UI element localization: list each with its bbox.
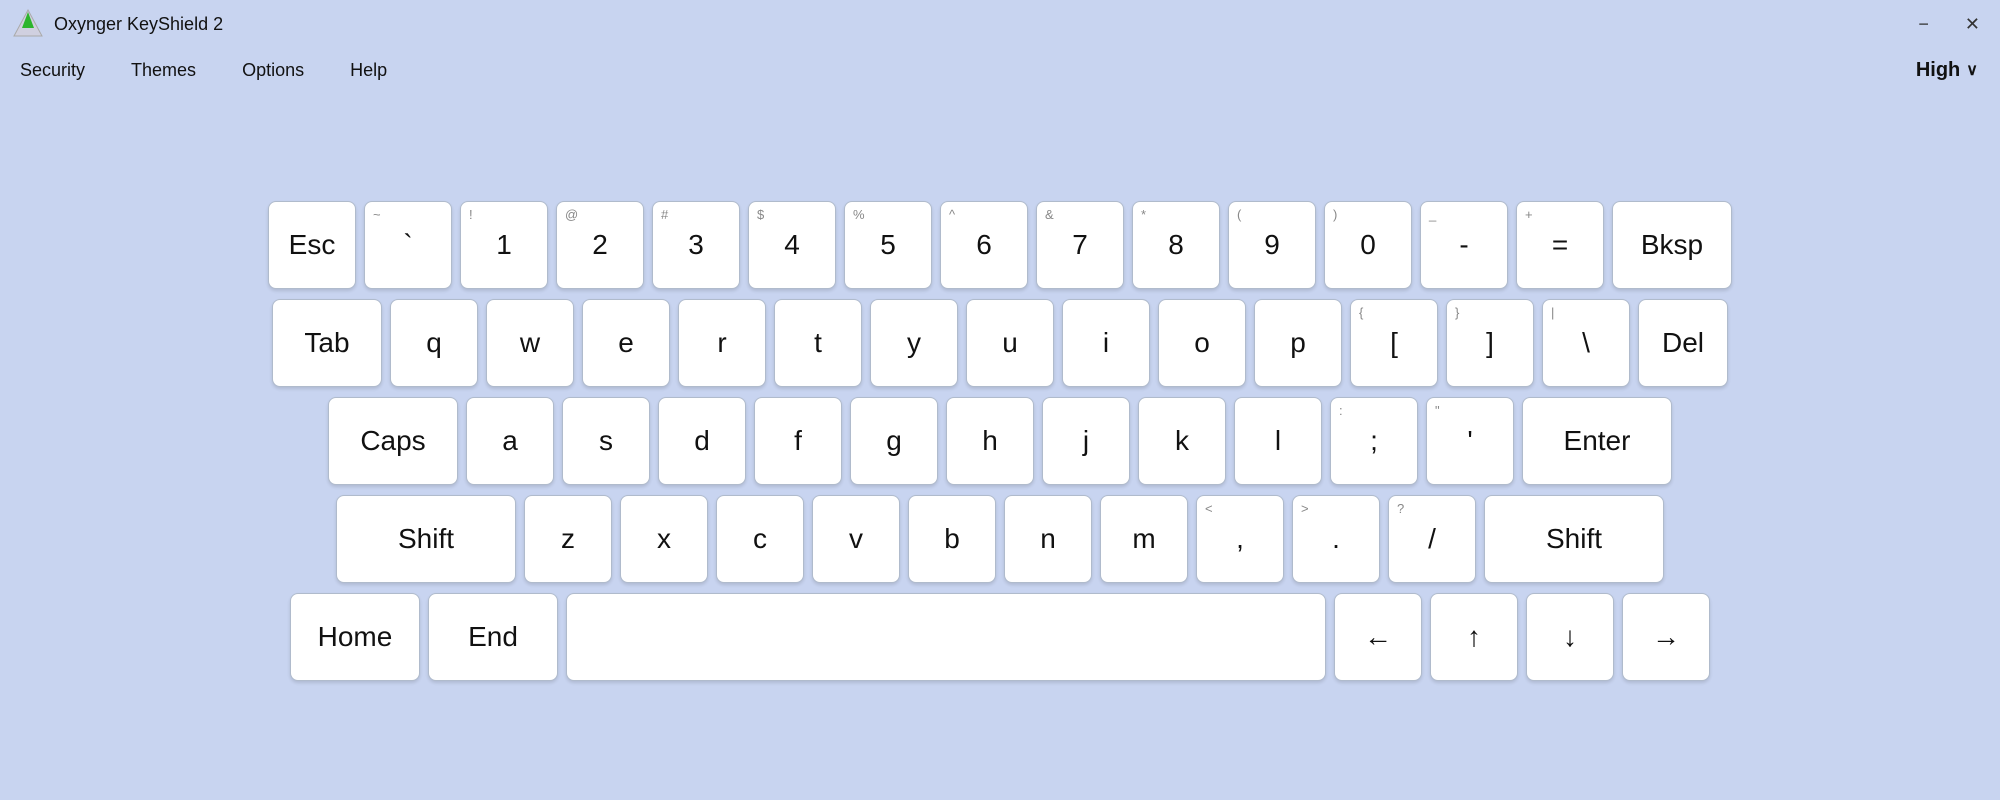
key-shift[interactable]: Shift: [336, 495, 516, 583]
key-h[interactable]: h: [946, 397, 1034, 485]
key-7[interactable]: &7: [1036, 201, 1124, 289]
keyboard-row-1: Tabqwertyuiop{[}]|\Del: [272, 299, 1728, 387]
key-_[interactable]: ~`: [364, 201, 452, 289]
key-_[interactable]: ?/: [1388, 495, 1476, 583]
key-9[interactable]: (9: [1228, 201, 1316, 289]
key-0[interactable]: )0: [1324, 201, 1412, 289]
key-shift[interactable]: Shift: [1484, 495, 1664, 583]
key-f[interactable]: f: [754, 397, 842, 485]
security-level-dropdown[interactable]: High ∨: [1906, 55, 1988, 86]
key-e[interactable]: e: [582, 299, 670, 387]
key-_[interactable]: <,: [1196, 495, 1284, 583]
key-u[interactable]: u: [966, 299, 1054, 387]
keyboard-area: Esc~`!1@2#3$4%5^6&7*8(9)0_-+=Bksp Tabqwe…: [0, 92, 2000, 800]
key-n[interactable]: n: [1004, 495, 1092, 583]
key-x[interactable]: x: [620, 495, 708, 583]
key-_[interactable]: |\: [1542, 299, 1630, 387]
key-q[interactable]: q: [390, 299, 478, 387]
key-_[interactable]: :;: [1330, 397, 1418, 485]
app-logo: [12, 8, 44, 40]
minimize-button[interactable]: −: [1910, 13, 1937, 35]
key-_[interactable]: +=: [1516, 201, 1604, 289]
key-y[interactable]: y: [870, 299, 958, 387]
chevron-down-icon: ∨: [1966, 60, 1978, 80]
key-k[interactable]: k: [1138, 397, 1226, 485]
key-_[interactable]: →: [1622, 593, 1710, 681]
key-c[interactable]: c: [716, 495, 804, 583]
key-_[interactable]: ↑: [1430, 593, 1518, 681]
menu-bar: Security Themes Options Help High ∨: [0, 48, 2000, 92]
key-w[interactable]: w: [486, 299, 574, 387]
key-d[interactable]: d: [658, 397, 746, 485]
key-8[interactable]: *8: [1132, 201, 1220, 289]
key-del[interactable]: Del: [1638, 299, 1728, 387]
key-6[interactable]: ^6: [940, 201, 1028, 289]
key-o[interactable]: o: [1158, 299, 1246, 387]
menu-help[interactable]: Help: [342, 56, 395, 85]
keyboard-row-4: HomeEnd ←↑↓→: [290, 593, 1710, 681]
menu-security[interactable]: Security: [12, 56, 93, 85]
key-caps[interactable]: Caps: [328, 397, 458, 485]
key-4[interactable]: $4: [748, 201, 836, 289]
close-button[interactable]: ✕: [1957, 13, 1988, 35]
key-end[interactable]: End: [428, 593, 558, 681]
key-p[interactable]: p: [1254, 299, 1342, 387]
key-_[interactable]: ↓: [1526, 593, 1614, 681]
key-s[interactable]: s: [562, 397, 650, 485]
key-space[interactable]: [566, 593, 1326, 681]
key-enter[interactable]: Enter: [1522, 397, 1672, 485]
key-_[interactable]: ←: [1334, 593, 1422, 681]
key-l[interactable]: l: [1234, 397, 1322, 485]
menu-options[interactable]: Options: [234, 56, 312, 85]
key-g[interactable]: g: [850, 397, 938, 485]
key-home[interactable]: Home: [290, 593, 420, 681]
key-_[interactable]: }]: [1446, 299, 1534, 387]
key-t[interactable]: t: [774, 299, 862, 387]
key-_[interactable]: "': [1426, 397, 1514, 485]
key-2[interactable]: @2: [556, 201, 644, 289]
key-r[interactable]: r: [678, 299, 766, 387]
key-_[interactable]: {[: [1350, 299, 1438, 387]
app-title: Oxynger KeyShield 2: [54, 14, 1910, 35]
key-1[interactable]: !1: [460, 201, 548, 289]
key-j[interactable]: j: [1042, 397, 1130, 485]
keyboard-row-0: Esc~`!1@2#3$4%5^6&7*8(9)0_-+=Bksp: [268, 201, 1732, 289]
key-esc[interactable]: Esc: [268, 201, 356, 289]
menu-themes[interactable]: Themes: [123, 56, 204, 85]
security-level-label: High: [1916, 59, 1960, 82]
keyboard-row-2: Capsasdfghjkl:;"'Enter: [328, 397, 1672, 485]
key-m[interactable]: m: [1100, 495, 1188, 583]
key-3[interactable]: #3: [652, 201, 740, 289]
key-_[interactable]: >.: [1292, 495, 1380, 583]
key-i[interactable]: i: [1062, 299, 1150, 387]
key-bksp[interactable]: Bksp: [1612, 201, 1732, 289]
title-bar: Oxynger KeyShield 2 − ✕: [0, 0, 2000, 48]
key-tab[interactable]: Tab: [272, 299, 382, 387]
key-v[interactable]: v: [812, 495, 900, 583]
key-5[interactable]: %5: [844, 201, 932, 289]
key-b[interactable]: b: [908, 495, 996, 583]
key-z[interactable]: z: [524, 495, 612, 583]
key-a[interactable]: a: [466, 397, 554, 485]
window-controls: − ✕: [1910, 13, 1988, 35]
keyboard-row-3: Shiftzxcvbnm<,>.?/Shift: [336, 495, 1664, 583]
key-_[interactable]: _-: [1420, 201, 1508, 289]
